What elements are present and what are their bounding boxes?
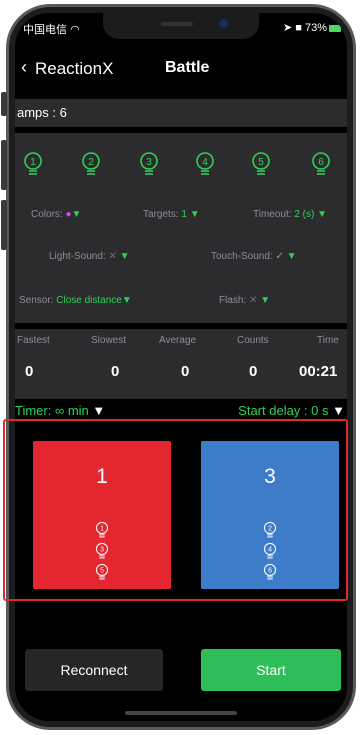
lamps-count: amps : 6 <box>17 105 67 120</box>
stat-label-counts: Counts <box>237 335 269 346</box>
targets-setting[interactable]: Targets: 1 ▼ <box>143 209 200 220</box>
stat-value-slowest: 0 <box>111 363 120 380</box>
battery-percent: 73% <box>304 22 327 34</box>
mute-switch <box>1 92 7 116</box>
settings-row-1: Colors: ●▼ Targets: 1 ▼ Timeout: 2 (s) ▼ <box>15 209 347 227</box>
lamp-2-icon[interactable]: 2 <box>81 151 101 177</box>
highlight-box <box>3 419 348 601</box>
home-indicator <box>125 711 237 715</box>
wifi-icon: ◠ <box>70 24 80 36</box>
settings-row-3: Sensor: Close distance▼ Flash: ✕ ▼ <box>15 295 347 313</box>
battery-icon <box>329 24 341 32</box>
location-icon: ➤ <box>282 22 293 34</box>
stat-label-fastest: Fastest <box>17 335 50 346</box>
volume-up-button <box>1 140 7 190</box>
back-chevron-icon[interactable]: ‹ <box>21 57 27 78</box>
lamp-1-icon[interactable]: 1 <box>23 151 43 177</box>
lamp-3-icon[interactable]: 3 <box>139 151 159 177</box>
stat-value-counts: 0 <box>249 363 258 380</box>
start-button[interactable]: Start <box>201 649 341 691</box>
stat-label-average: Average <box>159 335 197 346</box>
timeout-setting[interactable]: Timeout: 2 (s) ▼ <box>253 209 327 220</box>
nav-bar: ‹ ReactionX Battle <box>15 51 347 87</box>
status-right: ➤ ■ 73% <box>283 21 341 34</box>
lamp-5-icon[interactable]: 5 <box>251 151 271 177</box>
touch-sound-setting[interactable]: Touch-Sound: ✓ ▼ <box>211 251 297 262</box>
volume-down-button <box>1 200 7 250</box>
back-button[interactable]: ReactionX <box>35 59 113 79</box>
settings-panel: 1 2 3 4 5 6 Colors: ●▼ Targets: 1 ▼ Timeout: … <box>15 133 347 323</box>
svg-text:5: 5 <box>258 157 264 168</box>
stat-label-time: Time <box>317 335 339 346</box>
svg-text:1: 1 <box>30 157 36 168</box>
lamps-count-bar: amps : 6 <box>15 99 347 127</box>
reconnect-button[interactable]: Reconnect <box>25 649 163 691</box>
page-title: Battle <box>165 59 210 76</box>
lamp-4-icon[interactable]: 4 <box>195 151 215 177</box>
timer-row: Timer: ∞ min ▼ Start delay : 0 s ▼ <box>15 401 347 421</box>
stats-panel: Fastest Slowest Average Counts Time 0 0 … <box>15 329 347 399</box>
colors-setting[interactable]: Colors: ●▼ <box>31 209 81 220</box>
status-carrier: 中国电信 ◠ <box>23 24 80 36</box>
status-bar: 中国电信 ◠ ➤ ■ 73% <box>15 21 347 39</box>
app-screen: 中国电信 ◠ ➤ ■ 73% ‹ ReactionX Battle amps :… <box>15 13 347 721</box>
svg-text:2: 2 <box>88 157 94 168</box>
lock-rotation-icon: ■ <box>295 22 302 34</box>
settings-row-2: Light-Sound: ✕ ▼ Touch-Sound: ✓ ▼ <box>15 251 347 269</box>
svg-text:4: 4 <box>202 157 208 168</box>
start-delay-dropdown[interactable]: Start delay : 0 s ▼ <box>238 403 345 418</box>
lamp-6-icon[interactable]: 6 <box>311 151 331 177</box>
light-sound-setting[interactable]: Light-Sound: ✕ ▼ <box>49 251 130 262</box>
svg-text:6: 6 <box>318 157 324 168</box>
stat-value-fastest: 0 <box>25 363 34 380</box>
sensor-setting[interactable]: Sensor: Close distance▼ <box>19 295 132 306</box>
stat-value-time: 00:21 <box>299 363 338 380</box>
timer-dropdown[interactable]: Timer: ∞ min ▼ <box>15 403 105 418</box>
stat-label-slowest: Slowest <box>91 335 127 346</box>
svg-text:3: 3 <box>146 157 152 168</box>
flash-setting[interactable]: Flash: ✕ ▼ <box>219 295 270 306</box>
stat-value-average: 0 <box>181 363 190 380</box>
